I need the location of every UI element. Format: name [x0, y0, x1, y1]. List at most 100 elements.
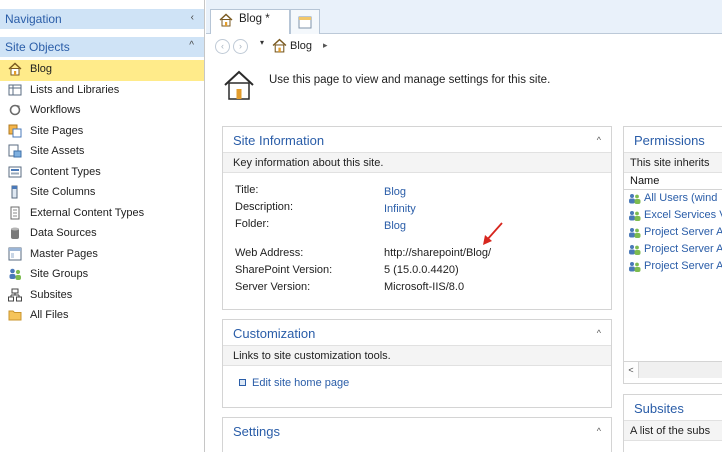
- breadcrumb-arrow-icon[interactable]: ▸: [323, 40, 328, 51]
- nav-item-label: Subsites: [30, 288, 73, 301]
- nav-item-master-pages[interactable]: Master Pages: [0, 245, 204, 266]
- nav-item-label: Lists and Libraries: [30, 83, 120, 96]
- nav-item-site-groups[interactable]: Site Groups: [0, 265, 204, 286]
- description-value-link[interactable]: Infinity: [384, 203, 416, 215]
- breadcrumb-blog-link[interactable]: Blog: [290, 40, 312, 52]
- site-objects-header[interactable]: Site Objects ^: [0, 37, 204, 57]
- group-icon: [629, 262, 641, 272]
- web-address-label: Web Address:: [235, 247, 304, 259]
- panel-title: Subsites: [634, 401, 684, 416]
- link-label: Edit site home page: [252, 377, 350, 389]
- home-icon: [272, 38, 287, 53]
- navigation-title: Navigation: [5, 12, 62, 26]
- nav-item-site-pages[interactable]: Site Pages: [0, 122, 204, 143]
- nav-item-all-files[interactable]: All Files: [0, 306, 204, 327]
- permission-row[interactable]: Project Server A: [624, 224, 722, 241]
- nav-item-label: Site Columns: [30, 186, 96, 198]
- panel-title: Permissions: [634, 133, 705, 148]
- permission-row[interactable]: Project Server A: [624, 258, 722, 275]
- collapse-icon[interactable]: ^: [597, 426, 601, 436]
- nav-item-label: Site Assets: [30, 145, 85, 157]
- permission-name: Project Server A: [644, 260, 722, 272]
- nav-item-external-content-types[interactable]: External Content Types: [0, 204, 204, 225]
- permission-name: Project Server A: [644, 226, 722, 238]
- navigation-header: Navigation ‹: [0, 9, 204, 29]
- folder-value-link[interactable]: Blog: [384, 220, 406, 232]
- database-icon: [11, 227, 19, 239]
- edit-site-home-page-link[interactable]: Edit site home page: [239, 377, 349, 389]
- document-tab-strip: Blog *: [206, 0, 722, 35]
- site-assets-icon: [8, 144, 22, 158]
- nav-item-label: Data Sources: [30, 227, 97, 239]
- server-version-value: Microsoft-IIS/8.0: [384, 281, 465, 293]
- home-icon: [219, 13, 233, 27]
- nav-item-label: Workflows: [30, 104, 81, 116]
- nav-item-label: All Files: [30, 309, 69, 321]
- customization-header[interactable]: Customization ^: [223, 320, 611, 346]
- annotation-arrow-icon: [483, 222, 503, 245]
- horizontal-scrollbar[interactable]: <: [624, 361, 722, 378]
- server-version-label: Server Version:: [235, 281, 311, 293]
- permission-name: Excel Services V: [644, 209, 722, 221]
- scroll-left-button[interactable]: <: [624, 362, 639, 378]
- content-types-icon: [8, 166, 22, 177]
- panel-subtitle: A list of the subs: [624, 421, 722, 441]
- collapse-icon[interactable]: ^: [597, 328, 601, 338]
- home-icon: [8, 62, 22, 76]
- list-icon: [8, 84, 22, 95]
- nav-item-label: Master Pages: [30, 247, 98, 260]
- group-icon: [629, 194, 641, 204]
- site-home-icon: [224, 70, 254, 100]
- description-label: Description:: [235, 201, 294, 213]
- permission-row[interactable]: All Users (wind: [624, 190, 722, 207]
- customization-panel: Customization ^ Links to site customizat…: [222, 319, 612, 408]
- permission-row[interactable]: Excel Services V: [624, 207, 722, 224]
- folder-label: Folder:: [235, 218, 270, 230]
- subsites-header[interactable]: Subsites: [624, 395, 722, 421]
- new-tab-button[interactable]: [290, 9, 320, 34]
- site-columns-icon: [11, 185, 18, 199]
- groups-icon: [9, 268, 21, 280]
- new-tab-icon: [298, 16, 312, 29]
- sharepoint-version-label: SharePoint Version:: [235, 264, 333, 276]
- site-information-panel: Site Information ^ Key information about…: [222, 126, 612, 310]
- site-information-header[interactable]: Site Information ^: [223, 127, 611, 153]
- bullet-icon: [239, 379, 246, 386]
- name-column-header[interactable]: Name: [624, 173, 722, 190]
- permissions-header[interactable]: Permissions: [624, 127, 722, 153]
- group-icon: [629, 211, 641, 221]
- title-label: Title:: [235, 184, 259, 196]
- tab-blog[interactable]: Blog *: [210, 9, 290, 35]
- nav-item-label: Content Types: [30, 165, 101, 178]
- back-button[interactable]: ‹: [215, 39, 230, 54]
- subsites-icon: [8, 288, 22, 301]
- group-icon: [629, 245, 641, 255]
- settings-header[interactable]: Settings ^: [223, 418, 611, 444]
- collapse-icon[interactable]: ^: [597, 135, 601, 145]
- nav-item-blog[interactable]: Blog: [0, 60, 204, 81]
- title-value-link[interactable]: Blog: [384, 186, 406, 198]
- permission-name: Project Server A: [644, 243, 722, 255]
- nav-item-site-columns[interactable]: Site Columns: [0, 183, 204, 204]
- permission-row[interactable]: Project Server A: [624, 241, 722, 258]
- nav-item-lists-and-libraries[interactable]: Lists and Libraries: [0, 81, 204, 102]
- forward-button[interactable]: ›: [233, 39, 248, 54]
- nav-item-site-assets[interactable]: Site Assets: [0, 142, 204, 163]
- panel-subtitle: Links to site customization tools.: [223, 346, 611, 366]
- nav-item-workflows[interactable]: Workflows: [0, 101, 204, 122]
- collapse-navigation-button[interactable]: ‹: [191, 12, 194, 23]
- nav-item-subsites[interactable]: Subsites: [0, 286, 204, 307]
- nav-item-data-sources[interactable]: Data Sources: [0, 224, 204, 245]
- group-icon: [629, 228, 641, 238]
- tab-label: Blog *: [239, 13, 270, 25]
- web-address-value: http://sharepoint/Blog/: [384, 247, 492, 259]
- site-objects-list: Blog Lists and Libraries Workflows Site …: [0, 60, 204, 327]
- navigation-pane: Navigation ‹ Site Objects ^ Blog Lists a…: [0, 0, 205, 452]
- panel-subtitle: This site inherits: [624, 153, 722, 173]
- panel-title: Settings: [233, 424, 280, 439]
- nav-item-content-types[interactable]: Content Types: [0, 163, 204, 184]
- collapse-section-icon[interactable]: ^: [189, 40, 194, 51]
- settings-panel: Settings ^: [222, 417, 612, 452]
- permissions-panel: Permissions This site inherits Name All …: [623, 126, 722, 384]
- history-dropdown-icon[interactable]: ▾: [260, 38, 264, 47]
